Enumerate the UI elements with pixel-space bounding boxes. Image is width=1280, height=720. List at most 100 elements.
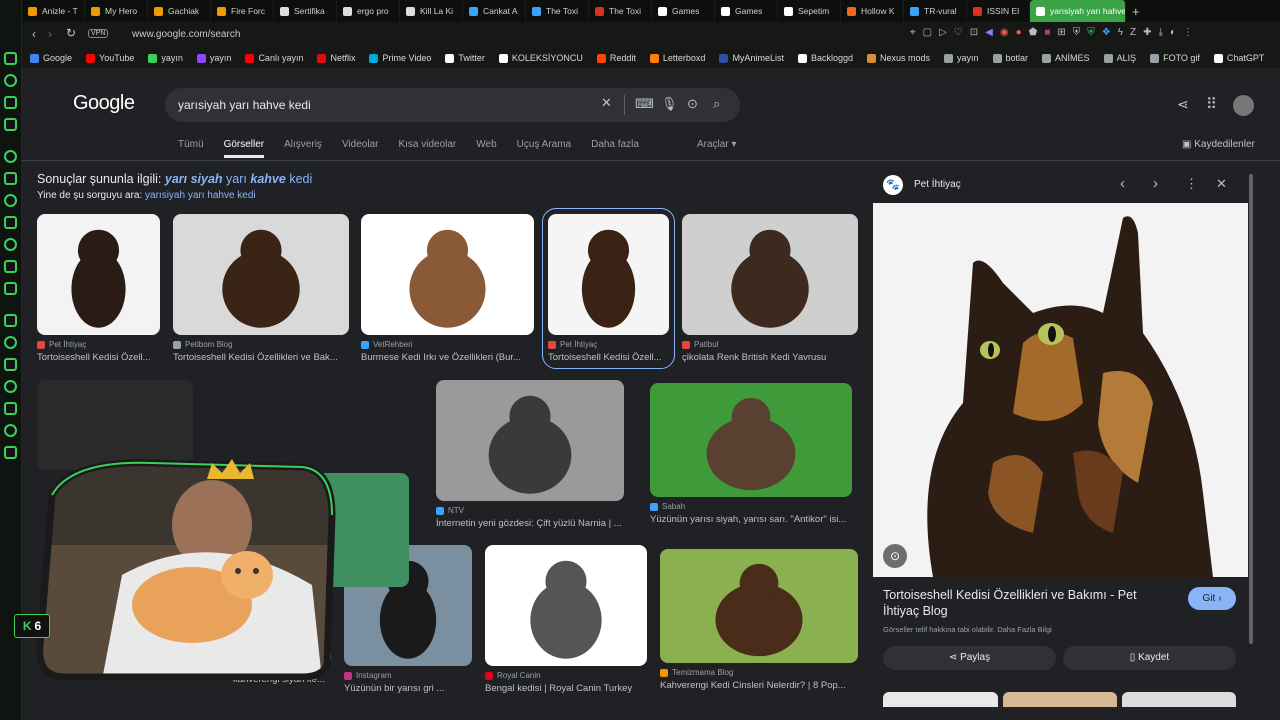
lens-icon[interactable]: ⊙	[687, 96, 698, 112]
sidebar-icon-12[interactable]	[4, 314, 17, 327]
related-word-3[interactable]: kahve	[250, 172, 285, 186]
bookmark-item[interactable]: yayın	[944, 53, 979, 63]
panel-source[interactable]: Pet İhtiyaç	[914, 179, 961, 190]
back-icon[interactable]: ‹	[32, 27, 36, 41]
result-thumbnail[interactable]	[650, 383, 852, 497]
sidebar-icon-2[interactable]	[4, 74, 17, 87]
keyboard-icon[interactable]: ⌨	[635, 96, 654, 112]
browser-tab[interactable]: ISSIN El	[967, 0, 1030, 22]
bookmark-item[interactable]: Twitter	[445, 53, 485, 63]
sidebar-icon-16[interactable]	[4, 402, 17, 415]
result-source[interactable]: VetRehberi	[361, 340, 534, 349]
result-title[interactable]: Kahverengi Kedi Cinsleri Nelerdir? | 8 P…	[660, 680, 858, 691]
more-icon[interactable]: ⋮	[1185, 176, 1198, 192]
result-source[interactable]: Instagram	[344, 671, 472, 680]
url-field[interactable]: www.google.com/search	[112, 25, 260, 45]
tools-menu[interactable]: Araçlar ▾	[697, 139, 737, 150]
sidebar-icon-18[interactable]	[4, 446, 17, 459]
browser-tab[interactable]: My Hero	[85, 0, 148, 22]
search-icon[interactable]: ⌕	[713, 96, 720, 112]
related-thumb[interactable]	[1122, 692, 1236, 707]
screenshot-icon[interactable]: ▢	[923, 27, 932, 38]
ext-record-icon[interactable]: ◉	[1000, 27, 1009, 38]
ext-shield-icon[interactable]: ⛨	[1073, 27, 1081, 38]
image-result[interactable]: Pet İhtiyaç Tortoiseshell Kedisi Özell...	[542, 208, 675, 369]
sidebar-icon-9[interactable]	[4, 238, 17, 251]
apps-icon[interactable]: ⠿	[1206, 95, 1217, 113]
bookmark-item[interactable]: Netflix	[317, 53, 355, 63]
sidebar-icon-7[interactable]	[4, 194, 17, 207]
result-source[interactable]: Sabah	[650, 502, 852, 511]
image-result[interactable]: Pet İhtiyaç Tortoiseshell Kedisi Özell...	[37, 214, 160, 363]
ext-bolt-icon[interactable]: ϟ	[1118, 27, 1123, 38]
sidebar-icon-10[interactable]	[4, 260, 17, 273]
result-thumbnail[interactable]	[37, 214, 160, 335]
browser-tab[interactable]: yarısiyah yarı hahve	[1030, 0, 1126, 22]
bookmark-item[interactable]: ANİMES	[1042, 53, 1090, 63]
result-source[interactable]: NTV	[436, 506, 624, 515]
browser-tab[interactable]: The Toxi	[526, 0, 589, 22]
image-result[interactable]: VetRehberi Burmese Kedi Irkı ve Özellikle…	[361, 214, 534, 363]
bookmark-item[interactable]: yayın	[148, 53, 183, 63]
browser-tab[interactable]: Hollow K	[841, 0, 904, 22]
forward-icon[interactable]: ›	[48, 27, 52, 41]
next-icon[interactable]: ›	[1153, 175, 1158, 192]
panel-image[interactable]: ⊙	[873, 203, 1248, 577]
result-title[interactable]: çikolata Renk British Kedi Yavrusu	[682, 352, 858, 363]
bookmark-item[interactable]: Backloggd	[797, 53, 853, 63]
image-result[interactable]: NTV İnternetin yeni gözdesi: Çift yüzlü N…	[436, 380, 624, 529]
sidebar-icon-14[interactable]	[4, 358, 17, 371]
result-title[interactable]: Tortoiseshell Kedisi Özell...	[548, 352, 669, 363]
result-source[interactable]: Temizmama Blog	[660, 668, 858, 677]
image-result[interactable]: Patibul çikolata Renk British Kedi Yavrus…	[682, 214, 858, 363]
tab-4[interactable]: Videolar	[342, 139, 379, 158]
result-source[interactable]: Royal Canin	[485, 671, 647, 680]
ext-z-icon[interactable]: Z	[1130, 27, 1136, 38]
ext-grid-icon[interactable]: ⊞	[1057, 27, 1065, 38]
download-icon[interactable]: ⤓	[1159, 27, 1163, 38]
clear-icon[interactable]: ✕	[601, 95, 612, 111]
bookmark-item[interactable]: Prime Video	[369, 53, 431, 63]
related-word-1[interactable]: yarı siyah	[165, 172, 223, 186]
result-title[interactable]: Tortoiseshell Kedisi Özellikleri ve Bak.…	[173, 352, 349, 363]
google-logo[interactable]: Google	[73, 92, 135, 115]
browser-tab[interactable]: Anizle - T	[22, 0, 85, 22]
tab-3[interactable]: Alışveriş	[284, 139, 322, 158]
tab-6[interactable]: Web	[476, 139, 496, 158]
new-tab-icon[interactable]: +	[1132, 4, 1140, 19]
ext-store-icon[interactable]: ⬟	[1029, 27, 1038, 38]
bookmark-item[interactable]: YouTube	[86, 53, 134, 63]
browser-tab[interactable]: Fire Forc	[211, 0, 274, 22]
ext-alert-icon[interactable]: ●	[1016, 27, 1022, 38]
related-word-4[interactable]: kedi	[289, 172, 312, 186]
browser-tab[interactable]: Sepetim	[778, 0, 841, 22]
share-icon[interactable]: ⋖	[1177, 96, 1189, 113]
close-icon[interactable]: ✕	[1216, 176, 1227, 192]
sidebar-icon-6[interactable]	[4, 172, 17, 185]
share-button[interactable]: ⋖ Paylaş	[883, 646, 1056, 670]
result-source[interactable]: Pet İhtiyaç	[548, 340, 669, 349]
result-thumbnail[interactable]	[361, 214, 534, 335]
vpn-badge[interactable]: VPN	[88, 29, 109, 38]
bookmark-item[interactable]: Google	[30, 53, 72, 63]
sidebar-icon-5[interactable]	[4, 150, 17, 163]
panel-title[interactable]: Tortoiseshell Kedisi Özellikleri ve Bakı…	[883, 587, 1173, 619]
bookmark-item[interactable]: KOLEKSİYONCU	[498, 53, 583, 63]
sidebar-icon-17[interactable]	[4, 424, 17, 437]
result-title[interactable]: Yüzünün yarısı siyah, yarısı sarı. "Anti…	[650, 514, 852, 525]
bookmark-icon[interactable]: ⊡	[970, 27, 978, 38]
sidebar-icon-4[interactable]	[4, 118, 17, 131]
profile-icon[interactable]: ◐	[1170, 27, 1176, 38]
bookmark-item[interactable]: Reddit	[596, 53, 636, 63]
image-result[interactable]: Sabah Yüzünün yarısı siyah, yarısı sarı. …	[650, 383, 852, 525]
bookmark-item[interactable]: FOTO gif	[1150, 53, 1200, 63]
bookmark-item[interactable]: ChatGPT	[1213, 53, 1264, 63]
ext-sound-icon[interactable]: ◀	[985, 27, 993, 38]
menu-icon[interactable]: ⋮	[1183, 27, 1193, 38]
mic-icon[interactable]: 🎙	[661, 96, 678, 112]
browser-tab[interactable]: Sertifika	[274, 0, 337, 22]
lens-search-icon[interactable]: ⊙	[883, 544, 907, 568]
puzzle-icon[interactable]: ✚	[1143, 27, 1151, 38]
sidebar-icon-13[interactable]	[4, 336, 17, 349]
save-button[interactable]: ▯ Kaydet	[1063, 646, 1236, 670]
